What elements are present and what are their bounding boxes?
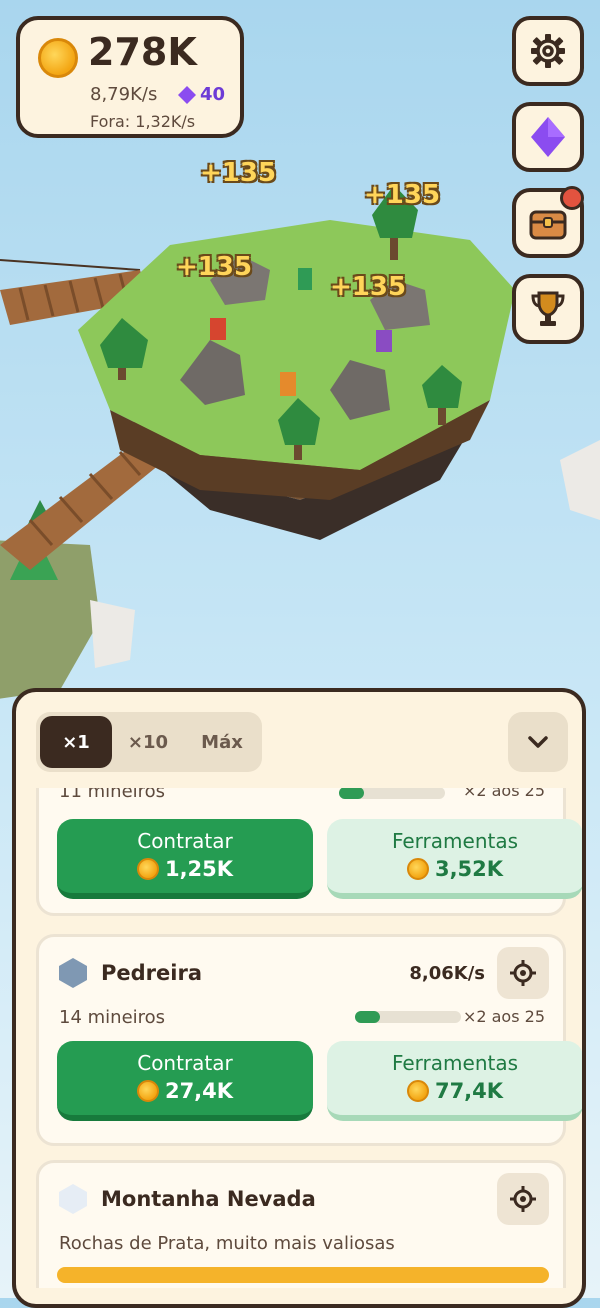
locate-button[interactable] — [497, 947, 549, 999]
gear-icon — [531, 34, 565, 68]
gem-count: 40 — [200, 84, 226, 105]
snow-hex-icon — [59, 1184, 87, 1214]
trophy-icon — [531, 291, 565, 326]
coin-icon — [136, 1080, 159, 1102]
mine-description: Rochas de Prata, muito mais valiosas — [59, 1233, 395, 1254]
settings-button[interactable] — [512, 16, 584, 86]
currency-panel: 278K 8,79K/s 40 Fora: 1,32K/s — [16, 16, 244, 138]
coin-total: 278K — [88, 30, 197, 74]
reward-popup: +135 — [200, 158, 277, 188]
coin-icon — [38, 38, 78, 78]
tools-label: Ferramentas — [391, 1051, 519, 1075]
tab-x1[interactable]: ×1 — [40, 716, 112, 768]
crosshair-icon — [510, 1186, 536, 1212]
crosshair-icon — [510, 960, 536, 986]
tools-button[interactable]: Ferramentas 77,4K — [327, 1041, 582, 1121]
coin-icon — [136, 858, 159, 880]
mines-list[interactable]: 11 mineiros ×2 aos 25 Contratar 1,25K Fe… — [16, 788, 582, 1288]
chevron-down-icon — [528, 736, 548, 748]
chest-button[interactable] — [512, 186, 584, 258]
mine-rate: 8,06K/s — [409, 963, 485, 984]
reward-popup: +135 — [330, 272, 407, 302]
quarry-hex-icon — [59, 958, 87, 988]
level-progress-bar — [339, 788, 445, 799]
tools-button[interactable]: Ferramentas 3,52K — [327, 819, 582, 899]
mine-title: Montanha Nevada — [101, 1187, 316, 1211]
multiplier-hint: ×2 aos 25 — [462, 1007, 545, 1026]
chest-icon — [529, 210, 567, 240]
hire-button[interactable]: Contratar 1,25K — [57, 819, 313, 899]
hire-label: Contratar — [137, 1051, 233, 1075]
tab-max[interactable]: Máx — [186, 716, 258, 768]
multiplier-hint: ×2 aos 25 — [462, 788, 545, 800]
quantity-tabs: ×1 ×10 Máx — [36, 712, 262, 772]
tools-price: 3,52K — [434, 857, 504, 881]
mine-card-montanha-nevada: Montanha Nevada Rochas de Prata, muito m… — [36, 1160, 566, 1288]
reward-popup: +135 — [364, 180, 441, 210]
coin-rate: 8,79K/s — [90, 84, 158, 105]
mines-panel: ×1 ×10 Máx 11 mineiros ×2 aos 25 Contrat… — [12, 688, 586, 1308]
coin-icon — [406, 1080, 429, 1102]
mine-title: Pedreira — [101, 961, 202, 985]
locate-button[interactable] — [497, 1173, 549, 1225]
hire-price: 27,4K — [164, 1079, 234, 1103]
mine-card: 11 mineiros ×2 aos 25 Contratar 1,25K Fe… — [36, 788, 582, 916]
offline-rate: Fora: 1,32K/s — [90, 112, 196, 131]
tools-price: 77,4K — [434, 1079, 504, 1103]
gems-shop-button[interactable] — [512, 102, 584, 172]
achievements-button[interactable] — [512, 274, 584, 344]
hire-button[interactable]: Contratar 27,4K — [57, 1041, 313, 1121]
miner-count: 11 mineiros — [59, 788, 166, 802]
level-progress-bar — [355, 1011, 461, 1023]
mine-card-pedreira: Pedreira 8,06K/s 14 mineiros ×2 aos 25 C… — [36, 934, 582, 1146]
collapse-button[interactable] — [508, 712, 568, 772]
notification-dot — [560, 186, 584, 210]
hire-label: Contratar — [137, 829, 233, 853]
hire-price: 1,25K — [164, 857, 234, 881]
unlock-progress-bar — [57, 1267, 549, 1283]
tools-label: Ferramentas — [391, 829, 519, 853]
gem-icon — [178, 86, 196, 104]
coin-icon — [406, 858, 429, 880]
reward-popup: +135 — [176, 252, 253, 282]
miner-count: 14 mineiros — [59, 1007, 166, 1028]
tab-x10[interactable]: ×10 — [112, 716, 184, 768]
gem-icon — [531, 117, 565, 157]
